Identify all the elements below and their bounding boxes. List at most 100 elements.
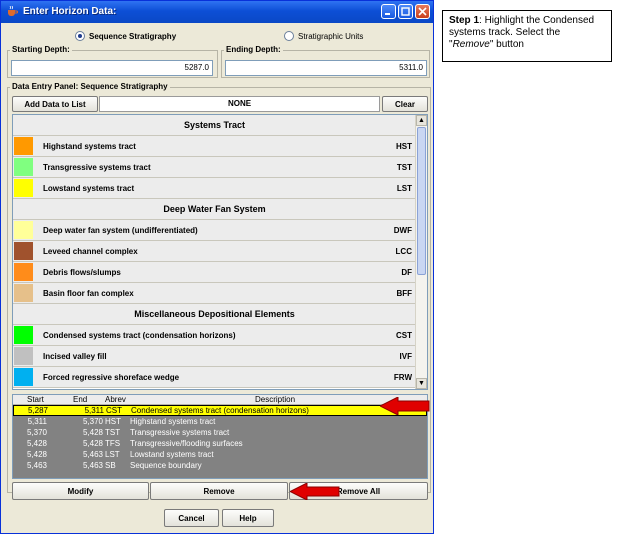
- add-data-to-list-button[interactable]: Add Data to List: [12, 96, 98, 112]
- starting-depth-group: Starting Depth: 5287.0: [7, 45, 218, 78]
- step-emphasis: Remove: [452, 39, 490, 50]
- enter-horizon-data-window: Enter Horizon Data: Sequence Stratigraph…: [0, 0, 434, 534]
- category-header-misc: Miscellaneous Depositional Elements: [13, 304, 416, 325]
- minimize-button[interactable]: [381, 4, 396, 19]
- color-swatch: [14, 263, 33, 281]
- table-row[interactable]: 5,370 5,428 TST Transgressive systems tr…: [13, 427, 427, 438]
- cell-abrev: LST: [105, 450, 120, 459]
- cell-description: Lowstand systems tract: [130, 450, 214, 459]
- header-description: Description: [255, 395, 296, 404]
- table-row-selected[interactable]: 5,287 5,311 CST Condensed systems tract …: [13, 405, 427, 416]
- maximize-button[interactable]: [398, 4, 413, 19]
- maximize-icon: [401, 7, 410, 16]
- item-abbr: HST: [396, 142, 412, 151]
- item-abbr: CST: [396, 331, 412, 340]
- radio-sequence-stratigraphy[interactable]: Sequence Stratigraphy: [75, 31, 176, 41]
- horizon-table[interactable]: Start End Abrev Description 5,287 5,311 …: [12, 394, 428, 479]
- red-arrow-icon: [380, 397, 430, 415]
- color-swatch: [14, 284, 33, 302]
- color-swatch: [14, 179, 33, 197]
- item-abbr: TST: [396, 163, 412, 172]
- item-name: Lowstand systems tract: [43, 184, 135, 193]
- cell-abrev: TFS: [105, 439, 121, 448]
- cell-start: 5,287: [27, 406, 48, 415]
- list-item-frw[interactable]: Forced regressive shoreface wedge FRW: [13, 367, 416, 388]
- radio-stratigraphic-units[interactable]: Stratigraphic Units: [284, 31, 363, 41]
- starting-depth-label: Starting Depth:: [10, 45, 72, 54]
- list-item-dwf[interactable]: Deep water fan system (undifferentiated)…: [13, 220, 416, 241]
- cancel-button[interactable]: Cancel: [164, 509, 219, 527]
- cell-end: 5,428: [82, 439, 103, 448]
- starting-depth-input[interactable]: 5287.0: [11, 60, 213, 76]
- list-item-cst[interactable]: Condensed systems tract (condensation ho…: [13, 325, 416, 346]
- cell-description: Condensed systems tract (condensation ho…: [131, 406, 309, 415]
- radio-label: Sequence Stratigraphy: [89, 31, 177, 41]
- step-label: Step 1: [449, 15, 480, 26]
- remove-button[interactable]: Remove: [150, 482, 288, 500]
- list-scrollbar[interactable]: ▲ ▼: [415, 115, 427, 389]
- header-end: End: [73, 395, 88, 404]
- clear-button[interactable]: Clear: [382, 96, 428, 112]
- item-name: Deep water fan system (undifferentiated): [43, 226, 198, 235]
- cell-description: Sequence boundary: [130, 461, 202, 470]
- color-swatch: [14, 242, 33, 260]
- item-abbr: FRW: [393, 373, 412, 382]
- header-start: Start: [27, 395, 44, 404]
- modify-button[interactable]: Modify: [12, 482, 149, 500]
- list-item-hst[interactable]: Highstand systems tract HST: [13, 136, 416, 157]
- item-name: Condensed systems tract (condensation ho…: [43, 331, 236, 340]
- category-list[interactable]: Systems Tract Highstand systems tract HS…: [12, 114, 428, 390]
- ending-depth-input[interactable]: 5311.0: [225, 60, 427, 76]
- cell-start: 5,370: [26, 428, 47, 437]
- radio-unselected-icon: [284, 31, 294, 41]
- item-abbr: DWF: [393, 226, 412, 235]
- item-name: Highstand systems tract: [43, 142, 136, 151]
- panel-title: Data Entry Panel: Sequence Stratigraphy: [10, 82, 170, 91]
- cell-abrev: CST: [106, 406, 122, 415]
- step-text-2: " button: [489, 39, 524, 50]
- list-item-lst[interactable]: Lowstand systems tract LST: [13, 178, 416, 199]
- table-row[interactable]: 5,463 5,463 SB Sequence boundary: [13, 460, 427, 471]
- list-item-tst[interactable]: Transgressive systems tract TST: [13, 157, 416, 178]
- cell-start: 5,428: [26, 439, 47, 448]
- item-abbr: IVF: [399, 352, 412, 361]
- cell-start: 5,428: [26, 450, 47, 459]
- table-row[interactable]: 5,311 5,370 HST Highstand systems tract: [13, 416, 427, 427]
- close-button[interactable]: [415, 4, 430, 19]
- title-bar[interactable]: Enter Horizon Data:: [1, 1, 433, 23]
- cell-description: Transgressive/flooding surfaces: [130, 439, 243, 448]
- cell-start: 5,463: [26, 461, 47, 470]
- help-button[interactable]: Help: [222, 509, 274, 527]
- table-row[interactable]: 5,428 5,463 LST Lowstand systems tract: [13, 449, 427, 460]
- cell-end: 5,370: [82, 417, 103, 426]
- cell-end: 5,311: [84, 406, 104, 415]
- cell-abrev: HST: [105, 417, 121, 426]
- red-arrow-icon: [290, 483, 340, 500]
- item-abbr: BFF: [396, 289, 412, 298]
- color-swatch: [14, 326, 33, 344]
- window-title: Enter Horizon Data:: [23, 6, 117, 17]
- list-item-lcc[interactable]: Leveed channel complex LCC: [13, 241, 416, 262]
- item-name: Basin floor fan complex: [43, 289, 134, 298]
- cell-description: Highstand systems tract: [130, 417, 216, 426]
- radio-selected-icon: [75, 31, 85, 41]
- list-item-bff[interactable]: Basin floor fan complex BFF: [13, 283, 416, 304]
- category-header-systems-tract: Systems Tract: [13, 115, 416, 136]
- current-selection-field: NONE: [99, 96, 380, 112]
- ending-depth-group: Ending Depth: 5311.0: [221, 45, 430, 78]
- cell-end: 5,463: [82, 461, 103, 470]
- table-row[interactable]: 5,428 5,428 TFS Transgressive/flooding s…: [13, 438, 427, 449]
- color-swatch: [14, 158, 33, 176]
- scroll-down-arrow-icon[interactable]: ▼: [416, 378, 427, 389]
- list-item-df[interactable]: Debris flows/slumps DF: [13, 262, 416, 283]
- cell-description: Transgressive systems tract: [130, 428, 230, 437]
- close-icon: [418, 7, 427, 16]
- list-item-ivf[interactable]: Incised valley fill IVF: [13, 346, 416, 367]
- item-name: Debris flows/slumps: [43, 268, 121, 277]
- color-swatch: [14, 137, 33, 155]
- item-abbr: LCC: [395, 247, 412, 256]
- scroll-up-arrow-icon[interactable]: ▲: [416, 115, 427, 126]
- item-name: Leveed channel complex: [43, 247, 138, 256]
- table-header: Start End Abrev Description: [13, 395, 427, 405]
- scroll-thumb[interactable]: [417, 127, 426, 275]
